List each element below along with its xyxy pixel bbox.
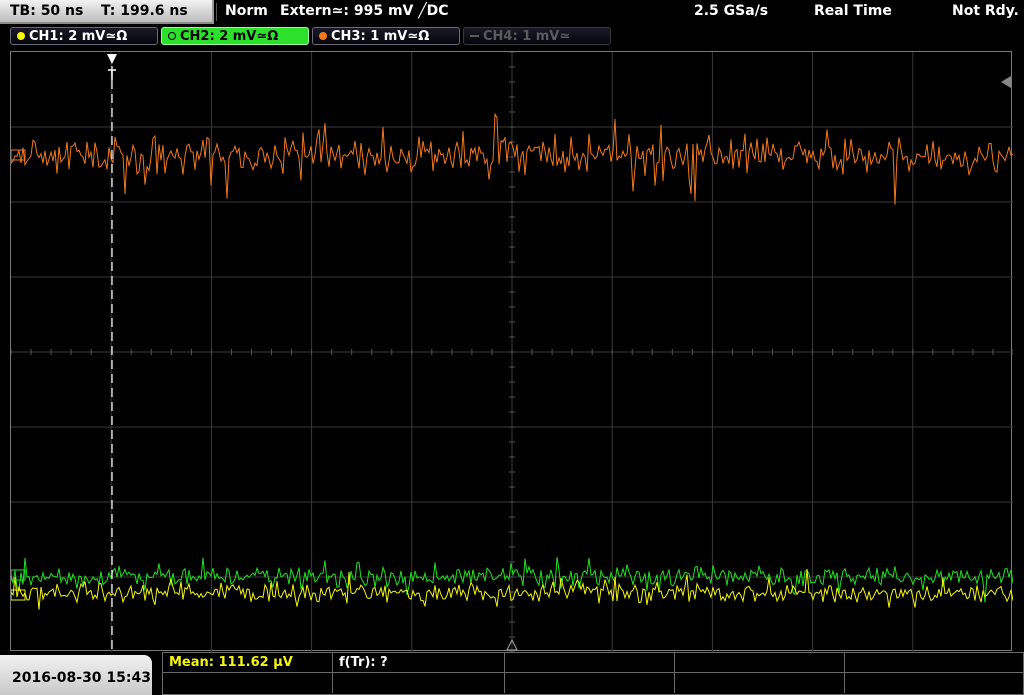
measurement-slot-7[interactable] bbox=[333, 673, 505, 693]
measurement-panel: Mean: 111.62 µV f(Tr): ? bbox=[162, 652, 1024, 695]
channel-tab-ch1[interactable]: CH1: 2 mV≃Ω bbox=[10, 27, 158, 45]
measurement-slot-4[interactable] bbox=[675, 653, 845, 673]
channel-tab-ch3[interactable]: CH3: 1 mV≃Ω bbox=[312, 27, 460, 45]
channel-tab-ch2[interactable]: CH2: 2 mV≃Ω bbox=[161, 27, 309, 45]
acquisition-mode[interactable]: Norm bbox=[225, 0, 268, 23]
measurement-slot-10[interactable] bbox=[845, 673, 1023, 693]
timebase-box[interactable]: TB: 50 ns T: 199.6 ns bbox=[0, 0, 214, 24]
measurement-slot-8[interactable] bbox=[505, 673, 675, 693]
channel-tab-ch4[interactable]: CH4: 1 mV≃ bbox=[463, 27, 611, 45]
mean-measurement[interactable]: Mean: 111.62 µV bbox=[163, 653, 333, 673]
sample-rate[interactable]: 2.5 GSa/s bbox=[694, 0, 768, 23]
trigger-status: Not Rdy. bbox=[952, 3, 1019, 19]
trigger-marker-icon[interactable] bbox=[107, 54, 117, 64]
ch2-reference-icon[interactable] bbox=[11, 569, 26, 581]
timebase-label: TB: 50 ns bbox=[10, 3, 84, 19]
channel-label-ch2: CH2: 2 mV≃Ω bbox=[180, 29, 279, 44]
acquisition-mode-realtime[interactable]: Real Time bbox=[814, 0, 892, 23]
measurement-slot-5[interactable] bbox=[845, 653, 1023, 673]
graticule bbox=[11, 52, 1013, 652]
frequency-measurement-label: f(Tr): ? bbox=[339, 655, 388, 670]
datetime-label: 2016-08-30 15:43 bbox=[12, 670, 151, 686]
ch2-dot-icon bbox=[168, 32, 176, 40]
ch1-dot-icon bbox=[17, 32, 25, 40]
ch4-off-icon bbox=[470, 35, 479, 37]
channel-label-ch4: CH4: 1 mV≃ bbox=[483, 29, 571, 44]
measurement-slot-6[interactable] bbox=[163, 673, 333, 693]
waveform-display[interactable] bbox=[10, 51, 1013, 652]
channel-bar: CH1: 2 mV≃Ω CH2: 2 mV≃Ω CH3: 1 mV≃Ω CH4:… bbox=[0, 25, 1024, 49]
ch3-dot-icon bbox=[319, 32, 327, 40]
channel-label-ch1: CH1: 2 mV≃Ω bbox=[29, 29, 128, 44]
measurement-slot-9[interactable] bbox=[675, 673, 845, 693]
trigger-info[interactable]: Extern≃: 995 mV ╱DC bbox=[280, 0, 449, 23]
measurement-slot-3[interactable] bbox=[505, 653, 675, 673]
waveform-svg bbox=[11, 52, 1013, 652]
datetime-box: 2016-08-30 15:43 bbox=[0, 655, 152, 695]
offset-marker-icon bbox=[1001, 76, 1011, 88]
status-divider bbox=[216, 3, 217, 21]
trigger-position-label: T: 199.6 ns bbox=[101, 3, 188, 19]
channel-label-ch3: CH3: 1 mV≃Ω bbox=[331, 29, 430, 44]
trigger-t-icon bbox=[108, 69, 116, 80]
status-bar: TB: 50 ns T: 199.6 ns Norm Extern≃: 995 … bbox=[0, 0, 1024, 24]
mean-measurement-label: Mean: 111.62 µV bbox=[169, 655, 293, 670]
frequency-measurement[interactable]: f(Tr): ? bbox=[333, 653, 505, 673]
